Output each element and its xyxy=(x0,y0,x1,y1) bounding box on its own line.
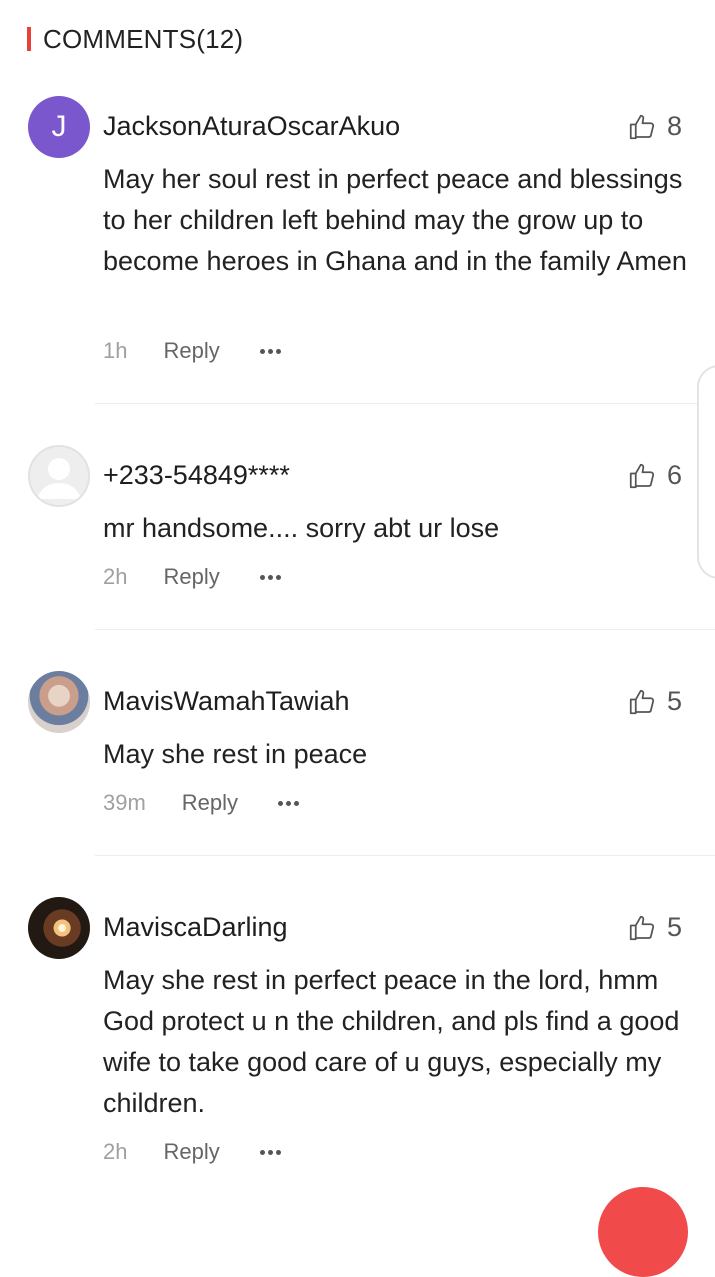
more-options-icon[interactable] xyxy=(278,800,300,806)
like-button[interactable]: 5 xyxy=(627,686,682,717)
avatar[interactable]: J xyxy=(28,96,90,158)
divider xyxy=(95,855,715,856)
like-button[interactable]: 8 xyxy=(627,111,682,142)
commenter-name[interactable]: MavisWamahTawiah xyxy=(103,686,350,717)
like-count: 6 xyxy=(666,460,682,490)
comment-meta: 1h Reply xyxy=(103,338,281,364)
divider xyxy=(95,629,715,630)
like-count: 5 xyxy=(666,912,682,942)
like-button[interactable]: 5 xyxy=(627,912,682,943)
like-count: 5 xyxy=(666,686,682,716)
thumbs-up-icon xyxy=(629,689,655,714)
comment-text: mr handsome.... sorry abt ur lose xyxy=(103,513,500,543)
comment-time: 2h xyxy=(103,564,128,589)
comments-title: COMMENTS(12) xyxy=(43,23,244,54)
comment-text: May her soul rest in perfect peace and b… xyxy=(103,164,687,276)
avatar[interactable] xyxy=(28,897,90,959)
comment-meta: 2h Reply xyxy=(103,564,281,590)
like-count: 8 xyxy=(666,111,682,141)
header-accent-bar xyxy=(27,27,31,51)
avatar[interactable] xyxy=(28,445,90,507)
thumbs-up-icon xyxy=(629,114,655,139)
comments-header: COMMENTS(12) xyxy=(27,22,243,56)
comment-meta: 2h Reply xyxy=(103,1139,281,1165)
scrollbar-handle[interactable] xyxy=(697,365,715,579)
more-options-icon[interactable] xyxy=(259,574,281,580)
commenter-name[interactable]: JacksonAturaOscarAkuo xyxy=(103,111,400,142)
reply-button[interactable]: Reply xyxy=(163,338,219,364)
avatar[interactable] xyxy=(28,671,90,733)
commenter-name[interactable]: MaviscaDarling xyxy=(103,912,288,943)
comment-time: 1h xyxy=(103,338,128,363)
comment-text: May she rest in peace xyxy=(103,739,368,769)
reply-button[interactable]: Reply xyxy=(163,564,219,590)
more-options-icon[interactable] xyxy=(259,348,281,354)
default-user-icon xyxy=(37,458,81,499)
reply-button[interactable]: Reply xyxy=(163,1139,219,1165)
comment-text: May she rest in perfect peace in the lor… xyxy=(103,965,680,1118)
reply-button[interactable]: Reply xyxy=(182,790,238,816)
comment-time: 2h xyxy=(103,1139,128,1164)
avatar-letter: J xyxy=(51,110,67,143)
comment-meta: 39m Reply xyxy=(103,790,300,816)
more-options-icon[interactable] xyxy=(259,1149,281,1155)
comment-time: 39m xyxy=(103,790,146,815)
like-button[interactable]: 6 xyxy=(627,460,682,491)
commenter-name[interactable]: +233-54849**** xyxy=(103,460,290,491)
thumbs-up-icon xyxy=(629,463,655,488)
divider xyxy=(95,403,715,404)
thumbs-up-icon xyxy=(629,915,655,940)
